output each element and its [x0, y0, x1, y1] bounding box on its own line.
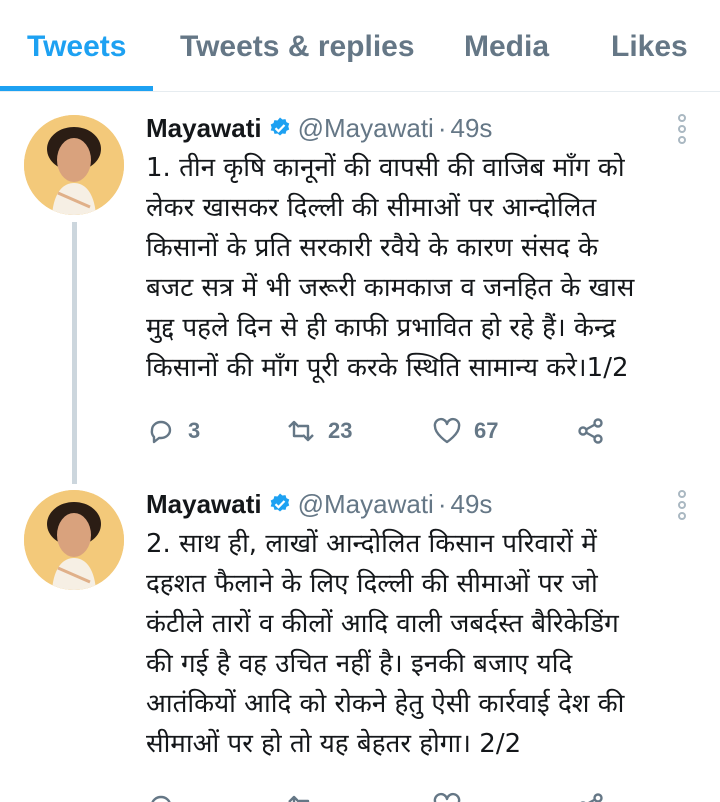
retweet-icon [288, 795, 310, 802]
like-button[interactable] [432, 786, 474, 802]
like-icon [433, 792, 461, 802]
author-name[interactable]: Mayawati [146, 489, 262, 520]
avatar[interactable] [24, 115, 124, 215]
separator-dot: · [437, 112, 447, 143]
retweet-button[interactable]: 23 [286, 411, 352, 451]
retweet-button[interactable] [286, 786, 328, 802]
tweet-timestamp[interactable]: 49s [451, 113, 493, 144]
reply-button[interactable] [146, 786, 188, 802]
verified-badge-icon [270, 493, 289, 512]
tab-tweets-and-replies[interactable]: Tweets & replies [180, 30, 415, 64]
like-button[interactable]: 67 [432, 411, 498, 451]
avatar[interactable] [24, 490, 124, 590]
share-icon [580, 793, 603, 802]
like-icon [433, 417, 461, 444]
retweet-icon [288, 420, 314, 442]
verified-badge-icon [270, 117, 289, 136]
tweet-text-line: सीमाओं पर हो तो यह बेहतर होगा। 2/2 [146, 729, 522, 759]
tweet-text-line: दहशत फैलाने के लिए दिल्ली की सीमाओं पर ज… [146, 569, 598, 599]
reply-icon [150, 420, 172, 444]
more-options-icon[interactable] [672, 488, 692, 528]
tweet-header: Mayawati @Mayawati · 49s [146, 487, 492, 521]
share-icon [578, 418, 603, 444]
author-name[interactable]: Mayawati [146, 113, 262, 144]
tweet-text-line: कंटीले तारों व कीलों आदि वाली जबर्दस्त ब… [146, 609, 619, 639]
tweet-text: 2. साथ ही, लाखों आन्दोलित किसान परिवारों… [146, 524, 706, 764]
tweet-text-line: 2. साथ ही, लाखों आन्दोलित किसान परिवारों… [146, 529, 597, 559]
like-count: 67 [474, 418, 499, 443]
tweet-timestamp[interactable]: 49s [451, 489, 493, 520]
profile-tabs: Tweets Tweets & replies Media Likes [0, 0, 720, 92]
tweet-text-line: किसानों की माँग पूरी करके स्थिति सामान्य… [146, 353, 629, 383]
tab-media[interactable]: Media [464, 30, 549, 64]
tweet-text-line: 1. तीन कृषि कानूनों की वापसी की वाजिब मा… [146, 153, 625, 183]
more-options-icon[interactable] [672, 112, 692, 152]
tweet-text-line: की गई है वह उचित नहीं है। इनकी बजाए यदि [146, 649, 573, 679]
tweet-text-line: बजट सत्र में भी जरूरी कामकाज व जनहित के … [146, 273, 635, 303]
tab-likes[interactable]: Likes [611, 30, 688, 64]
reply-count: 3 [188, 418, 201, 443]
author-handle[interactable]: @Mayawati [298, 489, 434, 520]
tweet-text-line: लेकर खासकर दिल्ली की सीमाओं पर आन्दोलित [146, 193, 597, 223]
author-handle[interactable]: @Mayawati [298, 113, 434, 144]
active-tab-indicator [0, 86, 153, 91]
reply-icon [151, 795, 171, 802]
tweet-header: Mayawati @Mayawati · 49s [146, 111, 492, 145]
tweet-text-line: आतंकियों आदि को रोकने हेतु ऐसी कार्रवाई … [146, 689, 625, 719]
reply-button[interactable]: 3 [146, 411, 200, 451]
tweet-text-line: मुद्द पहले दिन से ही काफी प्रभावित हो रह… [146, 313, 616, 343]
tab-tweets[interactable]: Tweets [27, 30, 126, 64]
retweet-count: 23 [328, 418, 353, 443]
share-button[interactable] [576, 411, 606, 451]
thread-line [72, 222, 77, 484]
tweet-text-line: किसानों के प्रति सरकारी रवैये के कारण सं… [146, 233, 599, 263]
separator-dot: · [437, 488, 447, 519]
tweet-text: 1. तीन कृषि कानूनों की वापसी की वाजिब मा… [146, 148, 706, 388]
share-button[interactable] [576, 786, 606, 802]
